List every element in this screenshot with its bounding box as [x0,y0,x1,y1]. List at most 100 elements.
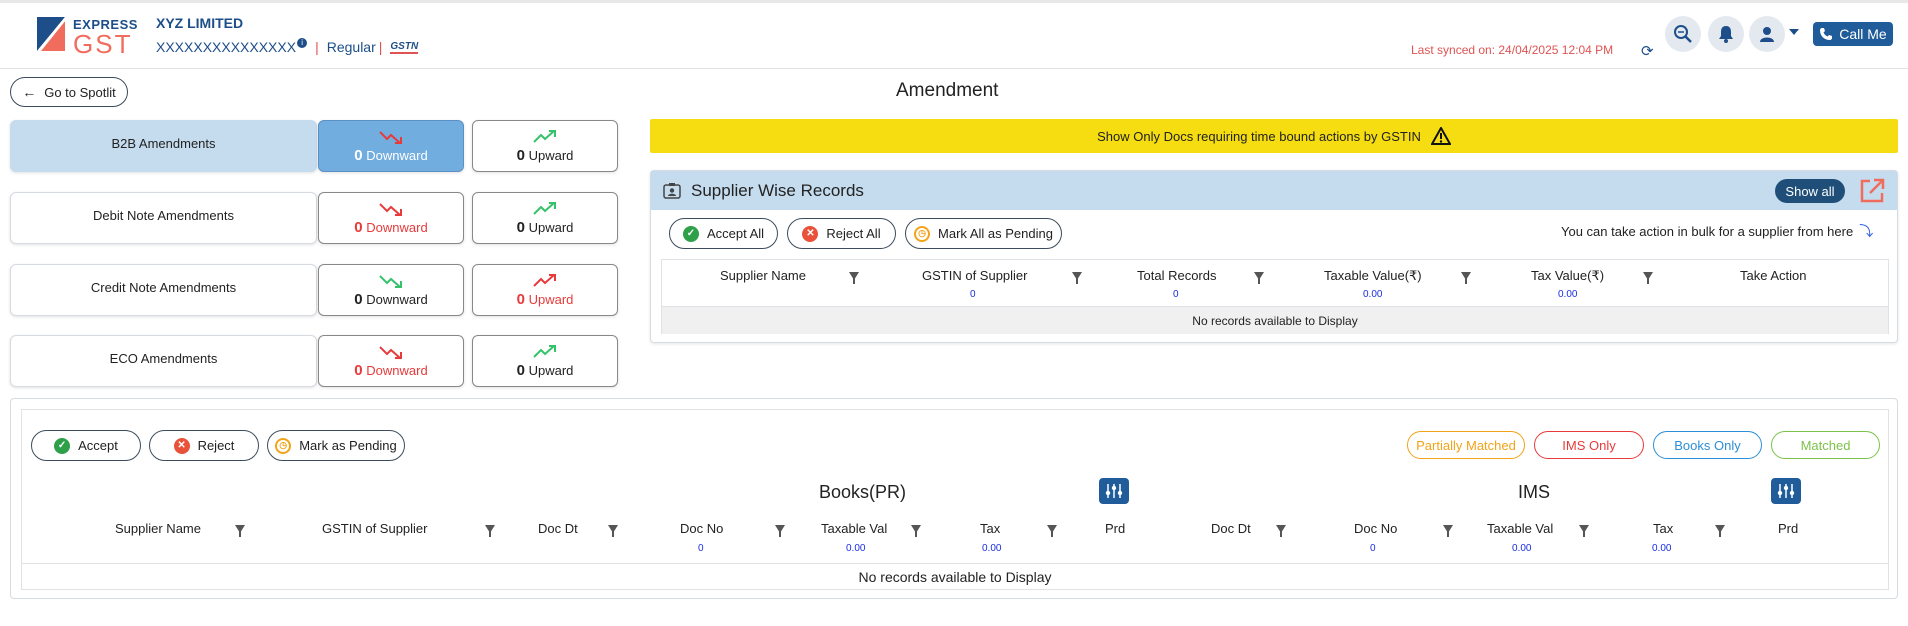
reject-button[interactable]: ✕ Reject [149,430,259,461]
filter-icon[interactable] [608,525,618,537]
debit-note-downward-count: 0 [354,218,363,236]
debit-note-downward-button[interactable]: 0 Downward [318,192,464,244]
banner-text: Show Only Docs requiring time bound acti… [1097,128,1421,144]
trend-down-icon [379,202,402,216]
amendment-row-debit-note: Debit Note Amendments 0 Downward 0 Upwar… [10,192,619,244]
col-ims-tax: Tax [1653,521,1674,536]
reject-all-label: Reject All [826,226,881,241]
filter-icon[interactable] [1047,525,1057,537]
eco-downward-label: Downward [366,362,428,378]
debit-note-upward-button[interactable]: 0 Upward [472,192,618,244]
col-tax-value: Tax Value(₹) [1531,268,1605,283]
gstn-logo-icon: GSTN [390,40,419,54]
credit-note-amendments-card[interactable]: Credit Note Amendments [10,264,317,316]
refresh-icon[interactable]: ⟳ [1641,42,1654,60]
express-gst-logo[interactable]: EXPRESS GST [35,15,137,59]
user-menu-button[interactable] [1749,16,1785,52]
eco-upward-label: Upward [528,362,574,378]
filter-icon[interactable] [235,525,245,537]
chevron-down-icon[interactable] [1789,29,1799,35]
reject-all-button[interactable]: ✕ Reject All [787,218,896,249]
b2b-upward-button[interactable]: 0 Upward [472,120,618,172]
close-circle-icon: ✕ [802,225,819,242]
col-total-records: Total Records [1137,268,1217,283]
filter-icon[interactable] [485,525,495,537]
eco-downward-button[interactable]: 0 Downward [318,335,464,387]
taxpayer-type: Regular [326,39,376,55]
ims-column-settings-button[interactable] [1771,478,1801,504]
filter-icon[interactable] [911,525,921,537]
info-icon[interactable]: i [297,38,308,48]
filter-icon[interactable] [1715,525,1725,537]
contact-card-icon [663,183,681,199]
check-circle-icon: ✓ [682,225,699,242]
logo-gst-text: GST [73,29,133,59]
books-only-filter[interactable]: Books Only [1653,431,1762,459]
go-to-spotlit-button[interactable]: ← Go to Spotlit [10,77,128,107]
sliders-icon [1105,484,1123,498]
filter-icon[interactable] [849,272,859,284]
debit-note-amendments-card[interactable]: Debit Note Amendments [10,192,317,244]
trend-up-icon [533,201,556,215]
filter-icon[interactable] [1579,525,1589,537]
matched-filter[interactable]: Matched [1771,431,1880,459]
notifications-button[interactable] [1708,16,1744,52]
books-pr-title: Books(PR) [819,482,907,502]
credit-note-upward-button[interactable]: 0 Upward [472,264,618,316]
gstin-row: XXXXXXXXXXXXXXX i | Regular | GSTN [156,38,419,55]
filter-icon[interactable] [1276,525,1286,537]
filter-icon[interactable] [1072,272,1082,284]
ims-taxable-total: 0.00 [1512,543,1532,554]
eco-amendments-card[interactable]: ECO Amendments [10,335,317,387]
bulk-action-note: You can take action in bulk for a suppli… [1561,221,1873,241]
ims-doc-no-total: 0 [1370,543,1376,554]
arrow-left-icon: ← [22,84,37,100]
trend-down-icon [379,274,402,288]
col-books-period: Prd [1105,521,1126,536]
go-to-spotlit-label: Go to Spotlit [44,84,116,100]
supplier-panel-header: Supplier Wise Records Show all [651,171,1897,210]
external-link-icon[interactable] [1858,177,1886,205]
filter-icon[interactable] [775,525,785,537]
filter-icon[interactable] [1443,525,1453,537]
col-ims-period: Prd [1778,521,1799,536]
credit-note-downward-button[interactable]: 0 Downward [318,264,464,316]
documents-panel: ✓ Accept ✕ Reject ◷ Mark as Pending Part… [10,398,1898,599]
b2b-amendments-card[interactable]: B2B Amendments [10,120,317,172]
b2b-downward-button[interactable]: 0 Downward [318,120,464,172]
books-column-settings-button[interactable] [1099,478,1129,504]
filter-icon[interactable] [1461,272,1471,284]
books-doc-no-total: 0 [698,543,704,554]
total-taxable-value: 0.00 [1363,289,1383,300]
supplier-panel-title: Supplier Wise Records [691,181,864,200]
credit-note-upward-count: 0 [516,290,525,308]
mark-pending-button[interactable]: ◷ Mark as Pending [267,430,405,461]
trend-up-icon [533,129,556,143]
filter-icon[interactable] [1254,272,1264,284]
mark-all-pending-button[interactable]: ◷ Mark All as Pending [905,218,1062,249]
b2b-upward-label: Upward [528,147,574,163]
partially-matched-filter[interactable]: Partially Matched [1407,431,1525,459]
search-zoom-button[interactable] [1665,16,1701,52]
books-tax-total: 0.00 [982,543,1002,554]
accept-button[interactable]: ✓ Accept [31,430,141,461]
ims-only-filter[interactable]: IMS Only [1534,431,1644,459]
col-ims-doc-no: Doc No [1354,521,1398,536]
ims-title: IMS [1518,482,1551,502]
trend-down-icon [379,345,402,359]
eco-upward-count: 0 [516,361,525,379]
eco-upward-button[interactable]: 0 Upward [472,335,618,387]
app-header: EXPRESS GST XYZ LIMITED XXXXXXXXXXXXXXX … [0,3,1908,69]
supplier-wise-records-panel: Supplier Wise Records Show all ✓ Accept … [650,170,1898,343]
bell-icon [1719,26,1733,43]
b2b-downward-count: 0 [354,146,363,164]
accept-all-button[interactable]: ✓ Accept All [669,218,778,249]
accept-all-label: Accept All [706,226,765,241]
time-bound-actions-banner[interactable]: Show Only Docs requiring time bound acti… [650,119,1898,153]
filter-icon[interactable] [1643,272,1653,284]
show-all-button[interactable]: Show all [1775,179,1845,203]
total-gstin-count: 0 [970,289,976,300]
amendment-row-credit-note: Credit Note Amendments 0 Downward 0 Upwa… [10,264,619,316]
call-me-button[interactable]: Call Me [1813,22,1893,46]
debit-note-downward-label: Downward [366,219,428,235]
